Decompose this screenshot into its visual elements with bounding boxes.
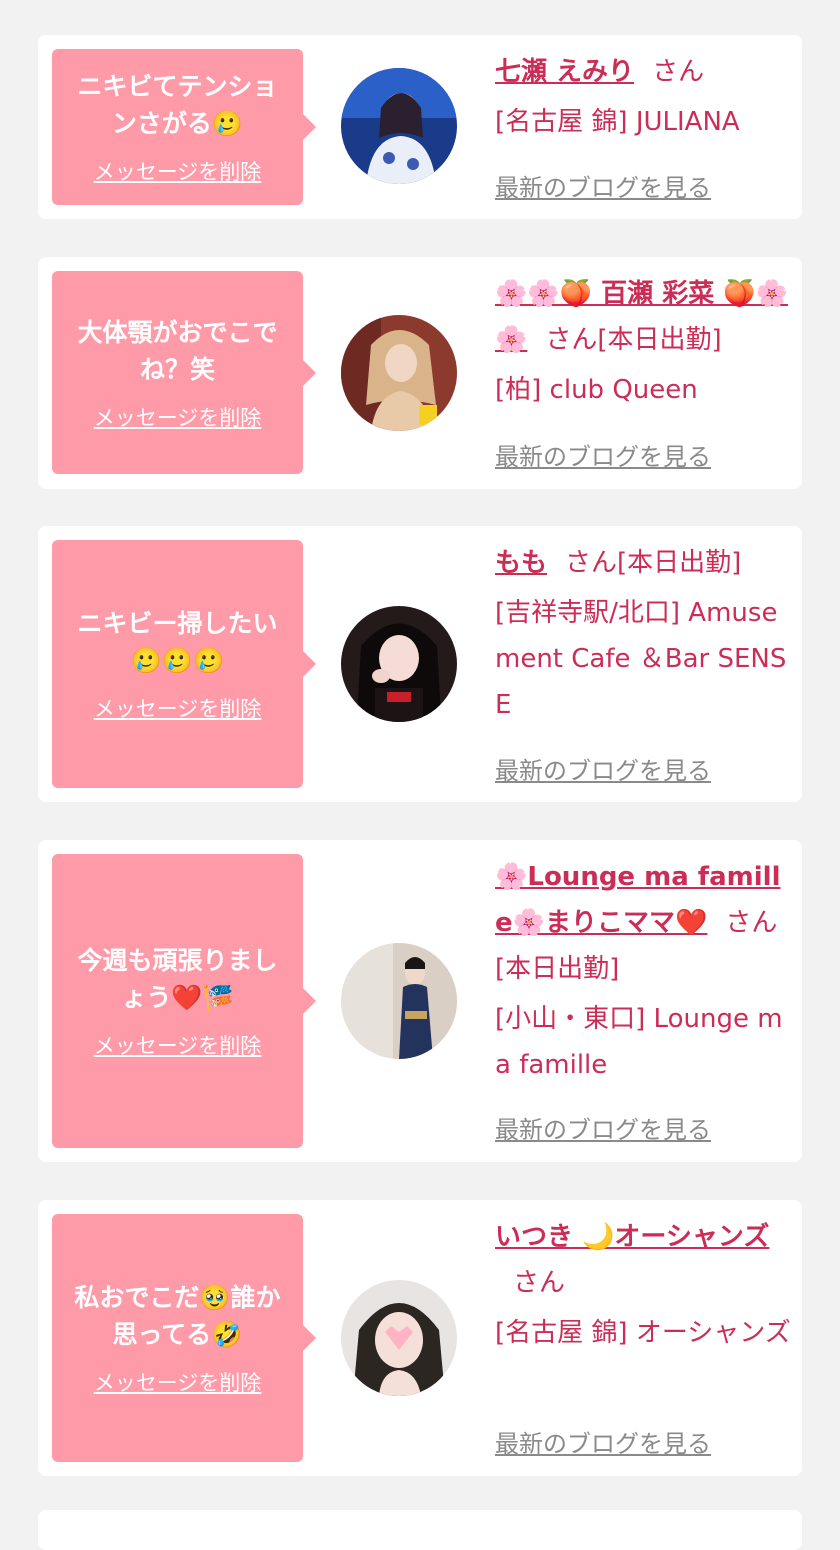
- latest-blog-link[interactable]: 最新のブログを見る: [495, 1110, 711, 1145]
- message-bubble: 私おでこだ🥹誰か思ってる🤣 メッセージを削除: [52, 1214, 316, 1462]
- message-card: 私おでこだ🥹誰か思ってる🤣 メッセージを削除 いつき 🌙オーシャンズさん [名古…: [38, 1200, 802, 1476]
- latest-blog-link[interactable]: 最新のブログを見る: [495, 437, 711, 472]
- latest-blog-link[interactable]: 最新のブログを見る: [495, 1424, 711, 1459]
- cast-name-link[interactable]: 七瀬 えみり: [495, 57, 634, 87]
- cast-name-line: 🌸🌸🍑 百瀬 彩菜 🍑🌸🌸 さん[本日出勤]: [495, 271, 791, 363]
- avatar[interactable]: [341, 943, 457, 1059]
- message-card: 大体顎がおでこでね？笑 メッセージを削除 🌸🌸🍑 百瀬 彩菜 🍑🌸🌸 さん[本日出…: [38, 257, 802, 489]
- avatar[interactable]: [341, 606, 457, 722]
- cast-name-link[interactable]: もも: [495, 548, 547, 578]
- shop-name: [名古屋 錦] JULIANA: [495, 107, 740, 137]
- cast-suffix: さん: [652, 57, 705, 87]
- delete-message-link[interactable]: メッセージを削除: [94, 1367, 262, 1397]
- delete-message-link[interactable]: メッセージを削除: [94, 1030, 262, 1060]
- cast-suffix: さん: [513, 1268, 566, 1298]
- message-text: 私おでこだ🥹誰か思ってる🤣: [74, 1283, 281, 1349]
- avatar[interactable]: [341, 315, 457, 431]
- delete-message-link[interactable]: メッセージを削除: [94, 402, 262, 432]
- cast-name-line: 七瀬 えみり さん: [495, 49, 791, 95]
- message-card-partial: [38, 1510, 802, 1550]
- message-bubble: ニキビてテンションさがる🥲 メッセージを削除: [52, 49, 316, 205]
- cast-name-line: もも さん[本日出勤]: [495, 540, 791, 586]
- message-card: ニキビてテンションさがる🥲 メッセージを削除 七瀬 えみり さん [名古屋 錦] …: [38, 35, 802, 219]
- message-card: ニキビー掃したい🥲🥲🥲 メッセージを削除 もも さん[本日出勤] [吉祥寺駅/北口…: [38, 526, 802, 802]
- delete-message-link[interactable]: メッセージを削除: [94, 156, 262, 186]
- latest-blog-link[interactable]: 最新のブログを見る: [495, 168, 711, 203]
- cast-info: 七瀬 えみり さん [名古屋 錦] JULIANA: [495, 49, 791, 145]
- latest-blog-link[interactable]: 最新のブログを見る: [495, 751, 711, 786]
- shop-name: [柏] club Queen: [495, 375, 698, 405]
- shop-name: [吉祥寺駅/北口] Amusement Cafe ＆Bar SENSE: [495, 598, 787, 720]
- message-bubble: 今週も頑張りましょう❤️🎏 メッセージを削除: [52, 854, 316, 1148]
- cast-name-link[interactable]: いつき 🌙オーシャンズ: [495, 1222, 769, 1252]
- cast-name-line: 🌸Lounge ma famille🌸まりこママ❤️ さん[本日出勤]: [495, 854, 791, 992]
- message-bubble: 大体顎がおでこでね？笑 メッセージを削除: [52, 271, 316, 474]
- message-text: ニキビー掃したい🥲🥲🥲: [77, 609, 278, 675]
- avatar[interactable]: [341, 1280, 457, 1396]
- cast-info: いつき 🌙オーシャンズさん [名古屋 錦] オーシャンズ: [495, 1214, 791, 1356]
- shop-name: [名古屋 錦] オーシャンズ: [495, 1318, 791, 1348]
- avatar[interactable]: [341, 68, 457, 184]
- message-card: 今週も頑張りましょう❤️🎏 メッセージを削除 🌸Lounge ma famill…: [38, 840, 802, 1162]
- cast-info: 🌸🌸🍑 百瀬 彩菜 🍑🌸🌸 さん[本日出勤] [柏] club Queen: [495, 271, 791, 413]
- cast-suffix: さん[本日出勤]: [565, 548, 742, 578]
- cast-info: 🌸Lounge ma famille🌸まりこママ❤️ さん[本日出勤] [小山・東…: [495, 854, 791, 1088]
- shop-name: [小山・東口] Lounge ma famille: [495, 1004, 783, 1080]
- message-bubble: ニキビー掃したい🥲🥲🥲 メッセージを削除: [52, 540, 316, 788]
- cast-suffix: さん[本日出勤]: [545, 325, 722, 355]
- cast-info: もも さん[本日出勤] [吉祥寺駅/北口] Amusement Cafe ＆Bar…: [495, 540, 791, 728]
- cast-name-line: いつき 🌙オーシャンズさん: [495, 1214, 791, 1306]
- message-text: 今週も頑張りましょう❤️🎏: [77, 946, 278, 1012]
- message-text: ニキビてテンションさがる🥲: [77, 72, 278, 138]
- delete-message-link[interactable]: メッセージを削除: [94, 693, 262, 723]
- message-text: 大体顎がおでこでね？笑: [77, 317, 278, 384]
